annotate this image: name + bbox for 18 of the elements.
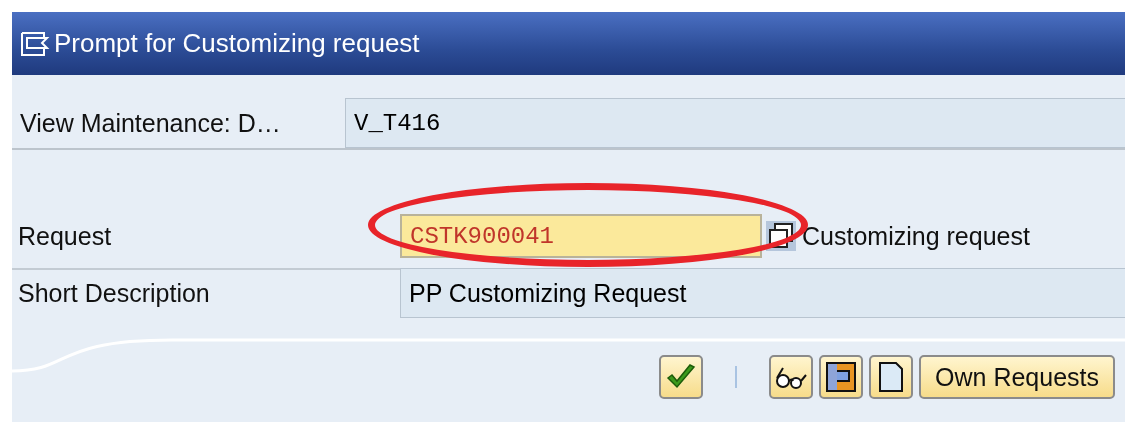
create-button[interactable] [819,355,864,399]
display-field: V_T416 [345,98,1125,148]
request-description: Customizing request [802,221,1030,251]
field-label: Short Description [18,278,211,308]
field-label: View Maintenance: D… [20,108,282,138]
field-label: Request [18,221,113,251]
split-document-icon [826,362,857,392]
document-icon [879,362,904,392]
window-icon [20,29,50,58]
confirm-button[interactable] [659,355,704,399]
display-field: PP Customizing Request [400,268,1125,318]
own-requests-button[interactable]: Own Requests [919,355,1115,399]
window-title: Prompt for Customizing request [54,28,420,59]
glasses-icon [774,365,809,389]
checkmark-icon [666,364,697,390]
request-input-field[interactable]: CSTK900041 [400,214,762,258]
new-document-button[interactable] [869,355,914,399]
display-button[interactable] [769,355,814,399]
